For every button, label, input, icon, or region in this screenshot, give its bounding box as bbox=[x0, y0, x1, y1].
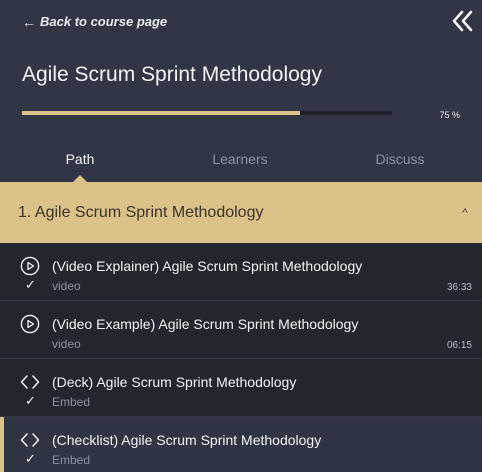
course-progress-fill bbox=[22, 111, 300, 115]
item-type: video bbox=[52, 337, 81, 351]
back-arrow-icon: ← bbox=[22, 14, 36, 30]
item-type: Embed bbox=[52, 395, 91, 409]
course-title: Agile Scrum Sprint Methodology bbox=[22, 63, 322, 86]
tab-learners[interactable]: Learners bbox=[200, 149, 280, 169]
item-duration: 36:33 bbox=[446, 282, 472, 293]
tab-path[interactable]: Path bbox=[40, 149, 120, 169]
completed-check-icon: ✓ bbox=[25, 451, 36, 466]
code-brackets-icon bbox=[20, 433, 40, 447]
path-item-video-explainer[interactable]: ✓ (Video Explainer) Agile Scrum Sprint M… bbox=[0, 243, 482, 301]
chevron-up-icon: ^ bbox=[462, 207, 468, 219]
completed-check-icon: ✓ bbox=[25, 393, 36, 408]
item-title: (Checklist) Agile Scrum Sprint Methodolo… bbox=[52, 432, 322, 448]
course-progress-label: 75 % bbox=[439, 110, 460, 120]
active-item-indicator bbox=[0, 417, 4, 472]
item-type: Embed bbox=[52, 453, 91, 467]
item-title: (Video Example) Agile Scrum Sprint Metho… bbox=[52, 316, 359, 332]
path-item-deck[interactable]: ✓ (Deck) Agile Scrum Sprint Methodology … bbox=[0, 359, 482, 417]
tab-discuss[interactable]: Discuss bbox=[360, 149, 440, 169]
active-tab-indicator bbox=[73, 175, 87, 182]
sidebar-header: ← Back to course page Agile Scrum Sprint… bbox=[0, 0, 482, 182]
double-chevron-left-icon bbox=[452, 10, 473, 32]
collapse-sidebar-button[interactable] bbox=[450, 8, 476, 34]
course-sidebar: ← Back to course page Agile Scrum Sprint… bbox=[0, 0, 482, 472]
item-duration: 06:15 bbox=[446, 340, 472, 351]
play-circle-icon bbox=[20, 314, 40, 334]
code-brackets-icon bbox=[20, 375, 40, 389]
play-circle-icon bbox=[20, 256, 40, 276]
path-item-checklist[interactable]: ✓ (Checklist) Agile Scrum Sprint Methodo… bbox=[0, 417, 482, 472]
course-progress-bar bbox=[22, 111, 392, 115]
back-to-course-link[interactable]: ← Back to course page bbox=[22, 12, 167, 32]
item-title: (Deck) Agile Scrum Sprint Methodology bbox=[52, 374, 297, 390]
section-title: 1. Agile Scrum Sprint Methodology bbox=[18, 204, 264, 221]
path-item-video-example[interactable]: (Video Example) Agile Scrum Sprint Metho… bbox=[0, 301, 482, 359]
item-type: video bbox=[52, 279, 81, 293]
section-header[interactable]: 1. Agile Scrum Sprint Methodology ^ bbox=[0, 182, 482, 243]
item-title: (Video Explainer) Agile Scrum Sprint Met… bbox=[52, 258, 363, 274]
completed-check-icon: ✓ bbox=[25, 277, 36, 292]
back-link-label: Back to course page bbox=[40, 14, 168, 29]
